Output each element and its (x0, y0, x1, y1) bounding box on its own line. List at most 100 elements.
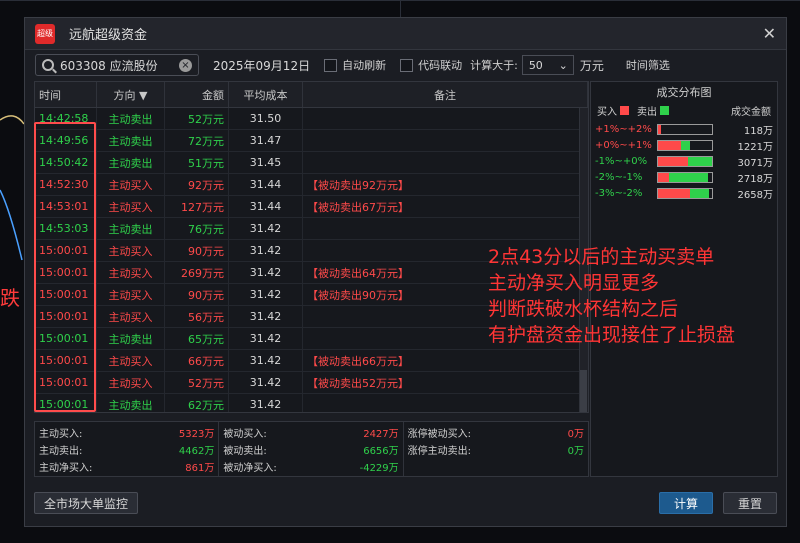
range-label: -3%~-2% (595, 187, 643, 199)
header-time[interactable]: 时间 (35, 82, 97, 107)
table-row[interactable]: 14:52:30 主动买入 92万元 31.44 【被动卖出92万元】 (35, 174, 588, 196)
table-row[interactable]: 15:00:01 主动卖出 62万元 31.42 (35, 394, 588, 412)
buy-bar-segment (658, 188, 691, 198)
cell-note (303, 218, 588, 239)
distribution-title: 成交分布图 (656, 86, 712, 99)
distribution-row: -3%~-2% 2658万 (591, 185, 777, 201)
auto-refresh-label: 自动刷新 (342, 59, 387, 72)
cell-direction: 主动卖出 (97, 328, 165, 349)
passive-sell-value: 6656万 (363, 446, 399, 457)
scroll-thumb[interactable] (580, 370, 587, 412)
cell-direction: 主动买入 (97, 196, 165, 217)
cell-amount: 66万元 (165, 350, 229, 371)
header-note[interactable]: 备注 (303, 82, 588, 107)
app-logo-icon: 超级 (35, 23, 55, 44)
range-label: +0%~+1% (595, 139, 652, 151)
time-column-highlight (34, 122, 96, 412)
cell-amount: 92万元 (165, 174, 229, 195)
table-row[interactable]: 14:53:03 主动卖出 76万元 31.42 (35, 218, 588, 240)
cell-direction: 主动买入 (97, 240, 165, 261)
header-amount[interactable]: 金额 (165, 82, 229, 107)
table-row[interactable]: 14:49:56 主动卖出 72万元 31.47 (35, 130, 588, 152)
cell-amount: 65万元 (165, 328, 229, 349)
cell-direction: 主动买入 (97, 350, 165, 371)
summary-passive: 被动买入: 2427万 被动卖出: 6656万 被动净买入: -4229万 (219, 422, 404, 476)
cell-direction: 主动买入 (97, 262, 165, 283)
distribution-bar (657, 187, 713, 199)
date-picker[interactable]: 2025年09月12日 (213, 57, 310, 74)
cell-note: 【被动卖出92万元】 (303, 174, 588, 195)
distribution-bar (657, 123, 713, 135)
stock-search-input[interactable]: 603308 应流股份 × (35, 54, 199, 76)
cell-direction: 主动卖出 (97, 108, 165, 129)
close-icon[interactable]: ✕ (763, 24, 776, 43)
window-title: 远航超级资金 (69, 28, 148, 43)
amount-header: 成交金额 (731, 107, 771, 118)
cell-amount: 76万元 (165, 218, 229, 239)
table-row[interactable]: 14:50:42 主动卖出 51万元 31.45 (35, 152, 588, 174)
limit-passive-buy-label: 涨停被动买入: (407, 429, 472, 440)
calc-button[interactable]: 计算 (659, 492, 713, 514)
active-sell-label: 主动卖出: (39, 446, 83, 457)
passive-buy-label: 被动买入: (223, 429, 267, 440)
sell-legend-label: 卖出 (637, 107, 657, 118)
range-label: -2%~-1% (595, 171, 643, 183)
active-net-value: 861万 (185, 463, 215, 474)
summary-panel: 主动买入: 5323万 主动卖出: 4462万 主动净买入: 861万 被动买入: 24… (34, 421, 589, 477)
reset-button[interactable]: 重置 (723, 492, 777, 514)
annotation-text: 2点43分以后的主动买卖单 主动净买入明显更多 判断跌破水杯结构之后 有护盘资金… (488, 244, 735, 348)
sell-bar-segment (668, 172, 708, 182)
cell-direction: 主动买入 (97, 284, 165, 305)
cell-direction: 主动卖出 (97, 394, 165, 412)
annotation-line-4: 有护盘资金出现接住了止损盘 (488, 324, 736, 346)
buy-swatch (620, 106, 629, 115)
calc-threshold-select[interactable]: 50 ⌄ (521, 55, 574, 75)
cell-amount: 127万元 (165, 196, 229, 217)
cell-direction: 主动卖出 (97, 218, 165, 239)
active-sell-value: 4462万 (178, 446, 215, 457)
time-filter-button[interactable]: 时间筛选 (626, 57, 670, 73)
cell-note (303, 108, 588, 129)
cell-amount: 52万元 (165, 372, 229, 393)
distribution-bar (657, 171, 713, 183)
buy-bar-segment (658, 156, 688, 166)
grid-line (400, 0, 401, 17)
auto-refresh-checkbox[interactable] (324, 58, 338, 72)
cell-note (303, 152, 588, 173)
unit-label: 万元 (579, 58, 604, 73)
code-link-checkbox[interactable] (400, 58, 414, 72)
header-avg-cost[interactable]: 平均成本 (229, 82, 303, 107)
range-amount: 2718万 (737, 173, 773, 185)
market-monitor-button[interactable]: 全市场大单监控 (34, 492, 138, 514)
cell-amount: 62万元 (165, 394, 229, 412)
summary-active: 主动买入: 5323万 主动卖出: 4462万 主动净买入: 861万 (35, 422, 220, 476)
search-icon (42, 59, 54, 71)
buy-legend-label: 买入 (597, 107, 617, 118)
range-amount: 118万 (743, 125, 773, 137)
passive-buy-value: 2427万 (363, 429, 399, 440)
cell-direction: 主动卖出 (97, 152, 165, 173)
table-row[interactable]: 15:00:01 主动买入 52万元 31.42 【被动卖出52万元】 (35, 372, 588, 394)
cell-avg-cost: 31.42 (229, 284, 303, 305)
cell-avg-cost: 31.47 (229, 130, 303, 151)
table-header: 时间 方向 ▼ 金额 平均成本 备注 (35, 82, 588, 108)
cell-avg-cost: 31.42 (229, 306, 303, 327)
cell-direction: 主动卖出 (97, 130, 165, 151)
cell-direction: 主动买入 (97, 174, 165, 195)
table-row[interactable]: 15:00:01 主动买入 66万元 31.42 【被动卖出66万元】 (35, 350, 588, 372)
clear-icon[interactable]: × (179, 58, 192, 72)
table-row[interactable]: 14:53:01 主动买入 127万元 31.44 【被动卖出67万元】 (35, 196, 588, 218)
annotation-line-2: 主动净买入明显更多 (488, 272, 660, 294)
cell-avg-cost: 31.42 (229, 394, 303, 412)
cell-avg-cost: 31.42 (229, 372, 303, 393)
cell-avg-cost: 31.42 (229, 218, 303, 239)
toolbar: 603308 应流股份 × 2025年09月12日 自动刷新 代码联动 计算大于… (25, 50, 786, 80)
table-row[interactable]: 14:42:58 主动卖出 52万元 31.50 (35, 108, 588, 130)
range-amount: 3071万 (737, 157, 773, 169)
code-link-label: 代码联动 (418, 59, 463, 72)
cell-amount: 72万元 (165, 130, 229, 151)
sell-bar-segment (680, 140, 691, 150)
cell-note (303, 394, 588, 412)
header-direction[interactable]: 方向 ▼ (97, 82, 165, 107)
annotation-line-3: 判断跌破水杯结构之后 (488, 298, 679, 320)
